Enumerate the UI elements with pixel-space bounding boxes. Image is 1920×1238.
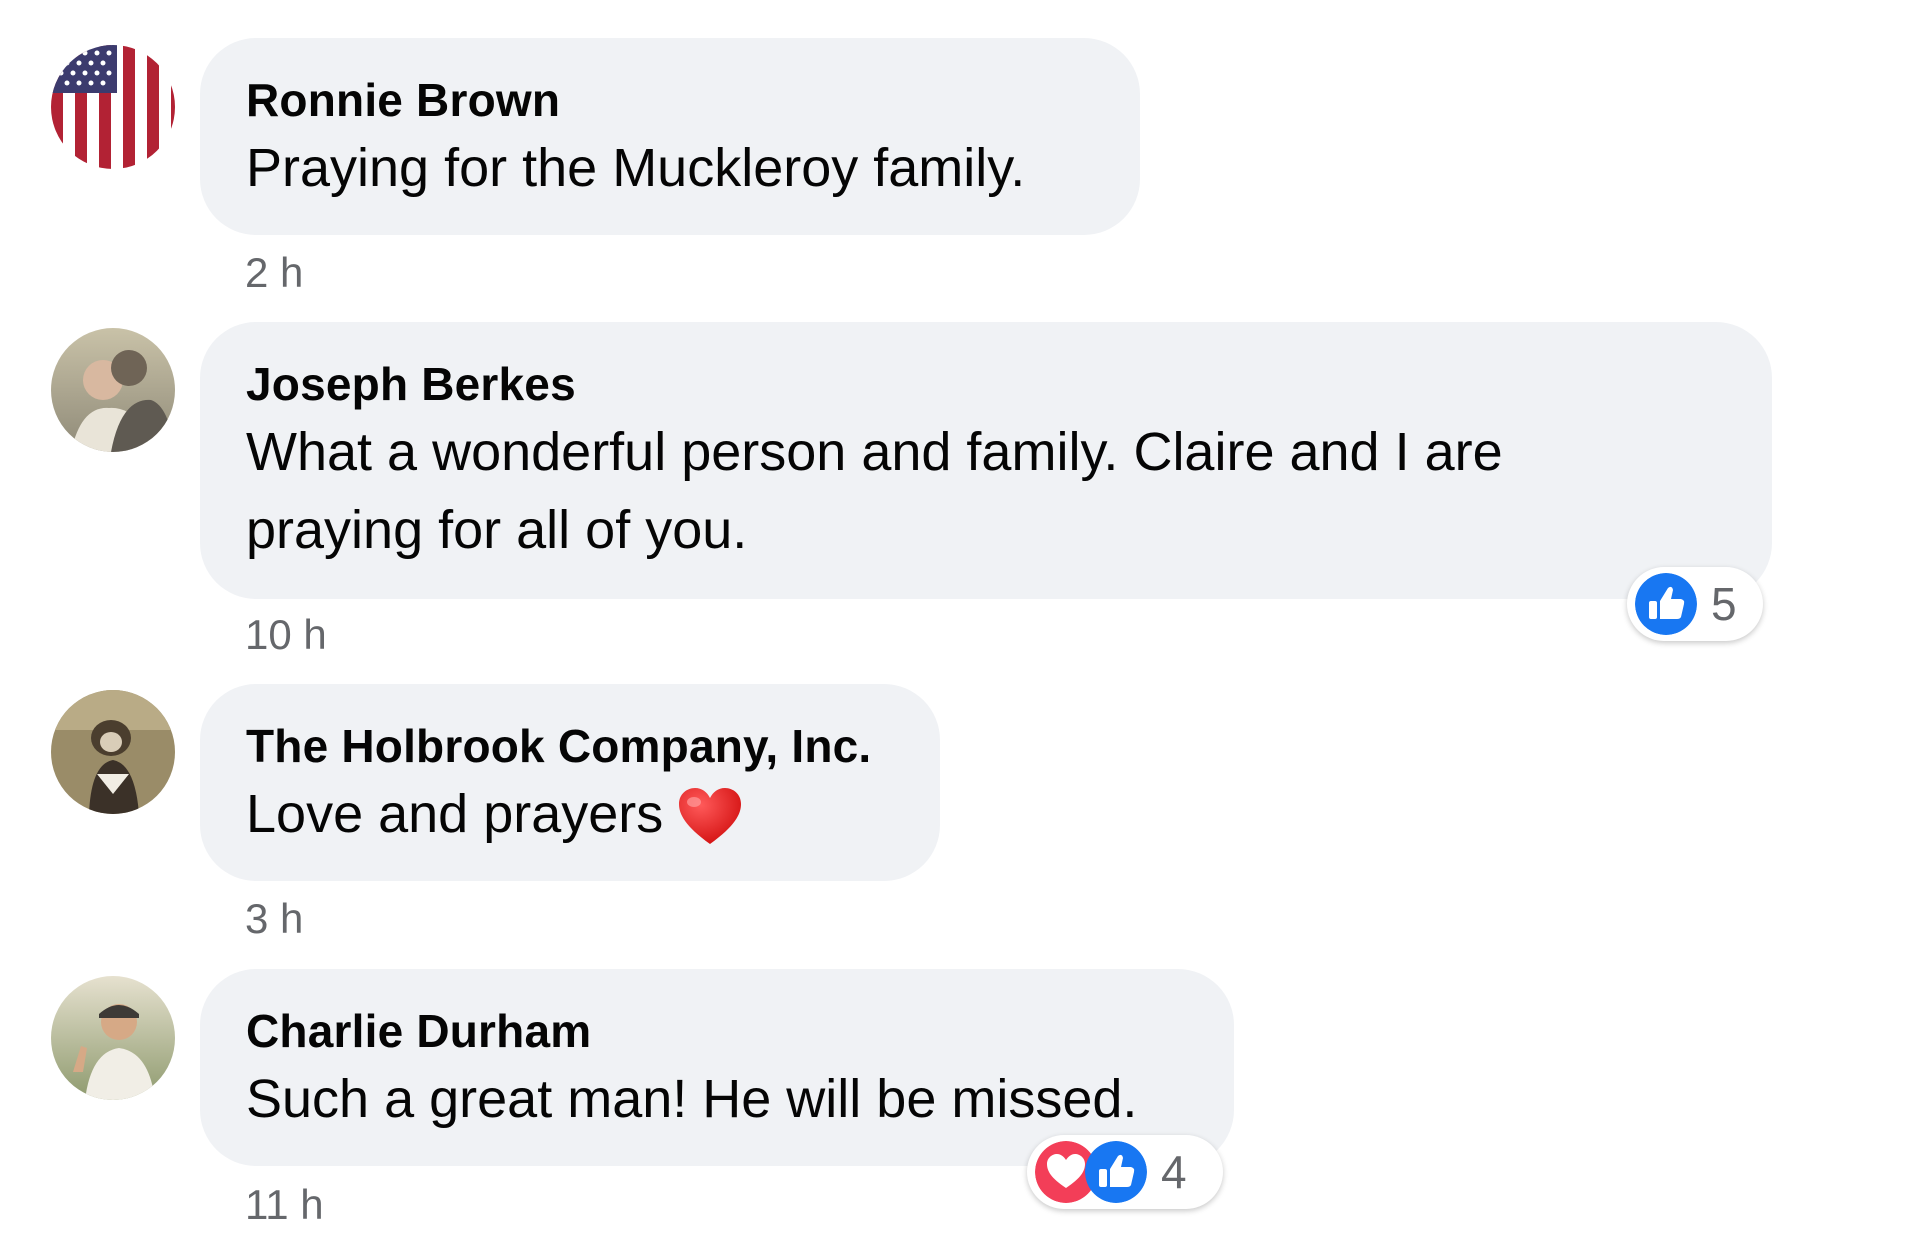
comment-author[interactable]: The Holbrook Company, Inc.	[246, 717, 894, 775]
comment-timestamp[interactable]: 2 h	[245, 248, 303, 298]
comment-timestamp[interactable]: 3 h	[245, 894, 303, 944]
reaction-summary[interactable]: 5	[1627, 567, 1763, 641]
reaction-count: 5	[1711, 578, 1737, 630]
comment-bubble: The Holbrook Company, Inc. Love and pray…	[200, 684, 940, 881]
comment-text: Love and prayers	[246, 775, 894, 853]
couple-photo-avatar[interactable]	[51, 328, 175, 452]
comment-text-line-1: What a wonderful person and family. Clai…	[246, 422, 1503, 482]
comment-bubble: Ronnie Brown Praying for the Muckleroy f…	[200, 38, 1140, 235]
dog-photo-avatar[interactable]	[51, 690, 175, 814]
comment-text: Praying for the Muckleroy family.	[246, 138, 1026, 198]
reaction-count: 4	[1161, 1146, 1187, 1198]
reaction-summary[interactable]: 4	[1027, 1135, 1223, 1209]
like-reaction-icon	[1085, 1141, 1147, 1203]
comment-timestamp[interactable]: 11 h	[245, 1180, 324, 1230]
comment-author[interactable]: Ronnie Brown	[246, 71, 1094, 129]
comment-timestamp[interactable]: 10 h	[245, 610, 327, 660]
comment-text: Such a great man! He will be missed.	[246, 1069, 1138, 1129]
like-reaction-icon	[1635, 573, 1697, 635]
american-flag-avatar[interactable]	[51, 45, 175, 169]
comment-text-body: Love and prayers	[246, 784, 664, 844]
red-heart-emoji	[679, 788, 742, 844]
man-cap-photo-avatar[interactable]	[51, 976, 175, 1100]
comment-text-line-2: praying for all of you.	[246, 500, 748, 560]
comment-author[interactable]: Charlie Durham	[246, 1002, 1188, 1060]
comment-author[interactable]: Joseph Berkes	[246, 355, 1726, 413]
comment-bubble: Joseph Berkes What a wonderful person an…	[200, 322, 1772, 599]
